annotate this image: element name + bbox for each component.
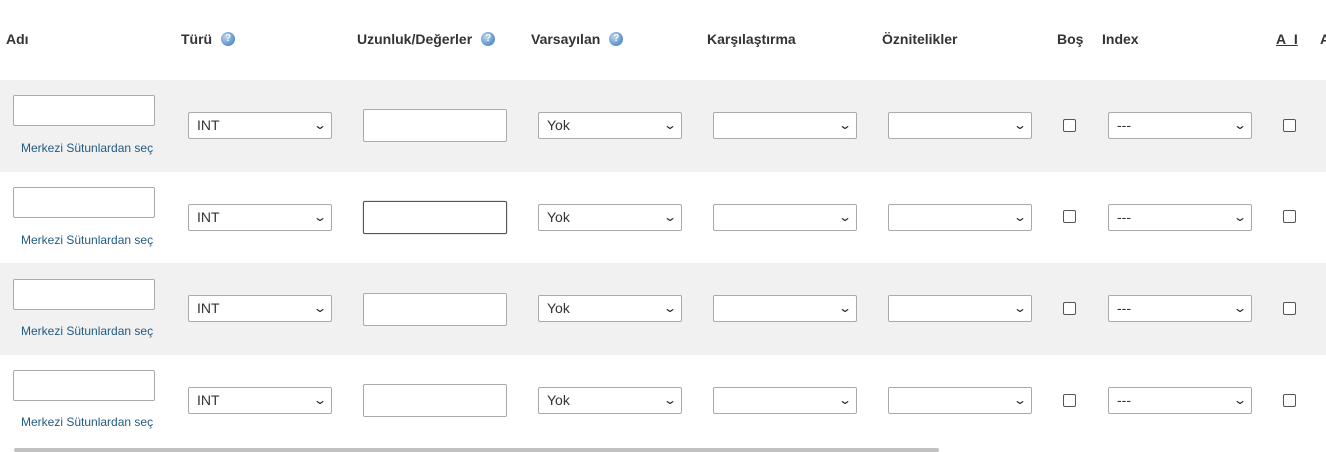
- horizontal-scrollbar[interactable]: [14, 448, 939, 452]
- length-input[interactable]: [363, 109, 507, 142]
- chevron-down-icon: ⌄: [1012, 210, 1028, 224]
- chevron-down-icon: ⌄: [837, 118, 853, 132]
- table-row: Merkezi Sütunlardan seç INT ⌄ Yok ⌄ ⌄ ⌄ --…: [0, 355, 1326, 448]
- ai-checkbox[interactable]: [1283, 119, 1296, 132]
- column-header-collation: Karşılaştırma: [707, 31, 796, 47]
- chevron-down-icon: ⌄: [837, 301, 853, 315]
- table-header: Adı Türü? Uzunluk/Değerler? Varsayılan? …: [0, 0, 1326, 80]
- table-row: Merkezi Sütunlardan seç INT ⌄ Yok ⌄ ⌄ ⌄ --…: [0, 80, 1326, 172]
- column-header-truncated: A: [1320, 31, 1326, 47]
- column-header-ai: A_I: [1276, 31, 1298, 47]
- table-row: Merkezi Sütunlardan seç INT ⌄ Yok ⌄ ⌄ ⌄ --…: [0, 263, 1326, 355]
- attributes-select[interactable]: ⌄: [888, 112, 1032, 139]
- chevron-down-icon: ⌄: [1232, 393, 1248, 407]
- column-header-index: Index: [1102, 31, 1139, 47]
- attributes-select[interactable]: ⌄: [888, 204, 1032, 231]
- null-checkbox[interactable]: [1063, 210, 1076, 223]
- index-select[interactable]: --- ⌄: [1108, 112, 1252, 139]
- attributes-select[interactable]: ⌄: [888, 387, 1032, 414]
- chevron-down-icon: ⌄: [1232, 210, 1248, 224]
- chevron-down-icon: ⌄: [837, 393, 853, 407]
- help-icon[interactable]: ?: [481, 32, 496, 46]
- length-input[interactable]: [363, 293, 507, 326]
- chevron-down-icon: ⌄: [312, 118, 328, 132]
- column-header-attributes: Öznitelikler: [882, 31, 958, 47]
- type-select[interactable]: INT ⌄: [188, 204, 332, 231]
- chevron-down-icon: ⌄: [662, 210, 678, 224]
- column-header-type: Türü?: [181, 31, 236, 47]
- chevron-down-icon: ⌄: [1232, 118, 1248, 132]
- default-select[interactable]: Yok ⌄: [538, 112, 682, 139]
- attributes-select[interactable]: ⌄: [888, 295, 1032, 322]
- ai-checkbox[interactable]: [1283, 394, 1296, 407]
- chevron-down-icon: ⌄: [662, 393, 678, 407]
- column-header-length: Uzunluk/Değerler?: [357, 31, 496, 47]
- chevron-down-icon: ⌄: [312, 210, 328, 224]
- chevron-down-icon: ⌄: [1232, 301, 1248, 315]
- null-checkbox[interactable]: [1063, 394, 1076, 407]
- chevron-down-icon: ⌄: [1012, 118, 1028, 132]
- collation-select[interactable]: ⌄: [713, 204, 857, 231]
- type-select[interactable]: INT ⌄: [188, 295, 332, 322]
- default-select[interactable]: Yok ⌄: [538, 387, 682, 414]
- central-columns-link[interactable]: Merkezi Sütunlardan seç: [21, 233, 153, 247]
- column-name-input[interactable]: [13, 95, 155, 126]
- index-select[interactable]: --- ⌄: [1108, 387, 1252, 414]
- chevron-down-icon: ⌄: [837, 210, 853, 224]
- default-select[interactable]: Yok ⌄: [538, 204, 682, 231]
- collation-select[interactable]: ⌄: [713, 295, 857, 322]
- column-header-name: Adı: [6, 31, 29, 47]
- index-select[interactable]: --- ⌄: [1108, 204, 1252, 231]
- central-columns-link[interactable]: Merkezi Sütunlardan seç: [21, 324, 153, 338]
- chevron-down-icon: ⌄: [662, 301, 678, 315]
- column-header-null: Boş: [1057, 31, 1084, 47]
- table-row: Merkezi Sütunlardan seç INT ⌄ Yok ⌄ ⌄ ⌄ --…: [0, 172, 1326, 263]
- chevron-down-icon: ⌄: [312, 393, 328, 407]
- null-checkbox[interactable]: [1063, 119, 1076, 132]
- chevron-down-icon: ⌄: [1012, 301, 1028, 315]
- central-columns-link[interactable]: Merkezi Sütunlardan seç: [21, 415, 153, 429]
- column-name-input[interactable]: [13, 187, 155, 218]
- chevron-down-icon: ⌄: [312, 301, 328, 315]
- type-select[interactable]: INT ⌄: [188, 112, 332, 139]
- column-name-input[interactable]: [13, 370, 155, 401]
- default-select[interactable]: Yok ⌄: [538, 295, 682, 322]
- ai-checkbox[interactable]: [1283, 302, 1296, 315]
- index-select[interactable]: --- ⌄: [1108, 295, 1252, 322]
- type-select[interactable]: INT ⌄: [188, 387, 332, 414]
- central-columns-link[interactable]: Merkezi Sütunlardan seç: [21, 141, 153, 155]
- null-checkbox[interactable]: [1063, 302, 1076, 315]
- column-header-default: Varsayılan?: [531, 31, 624, 47]
- help-icon[interactable]: ?: [609, 32, 624, 46]
- collation-select[interactable]: ⌄: [713, 387, 857, 414]
- length-input[interactable]: [363, 384, 507, 417]
- help-icon[interactable]: ?: [221, 32, 236, 46]
- chevron-down-icon: ⌄: [1012, 393, 1028, 407]
- chevron-down-icon: ⌄: [662, 118, 678, 132]
- ai-checkbox[interactable]: [1283, 210, 1296, 223]
- collation-select[interactable]: ⌄: [713, 112, 857, 139]
- length-input[interactable]: [363, 201, 507, 234]
- column-name-input[interactable]: [13, 279, 155, 310]
